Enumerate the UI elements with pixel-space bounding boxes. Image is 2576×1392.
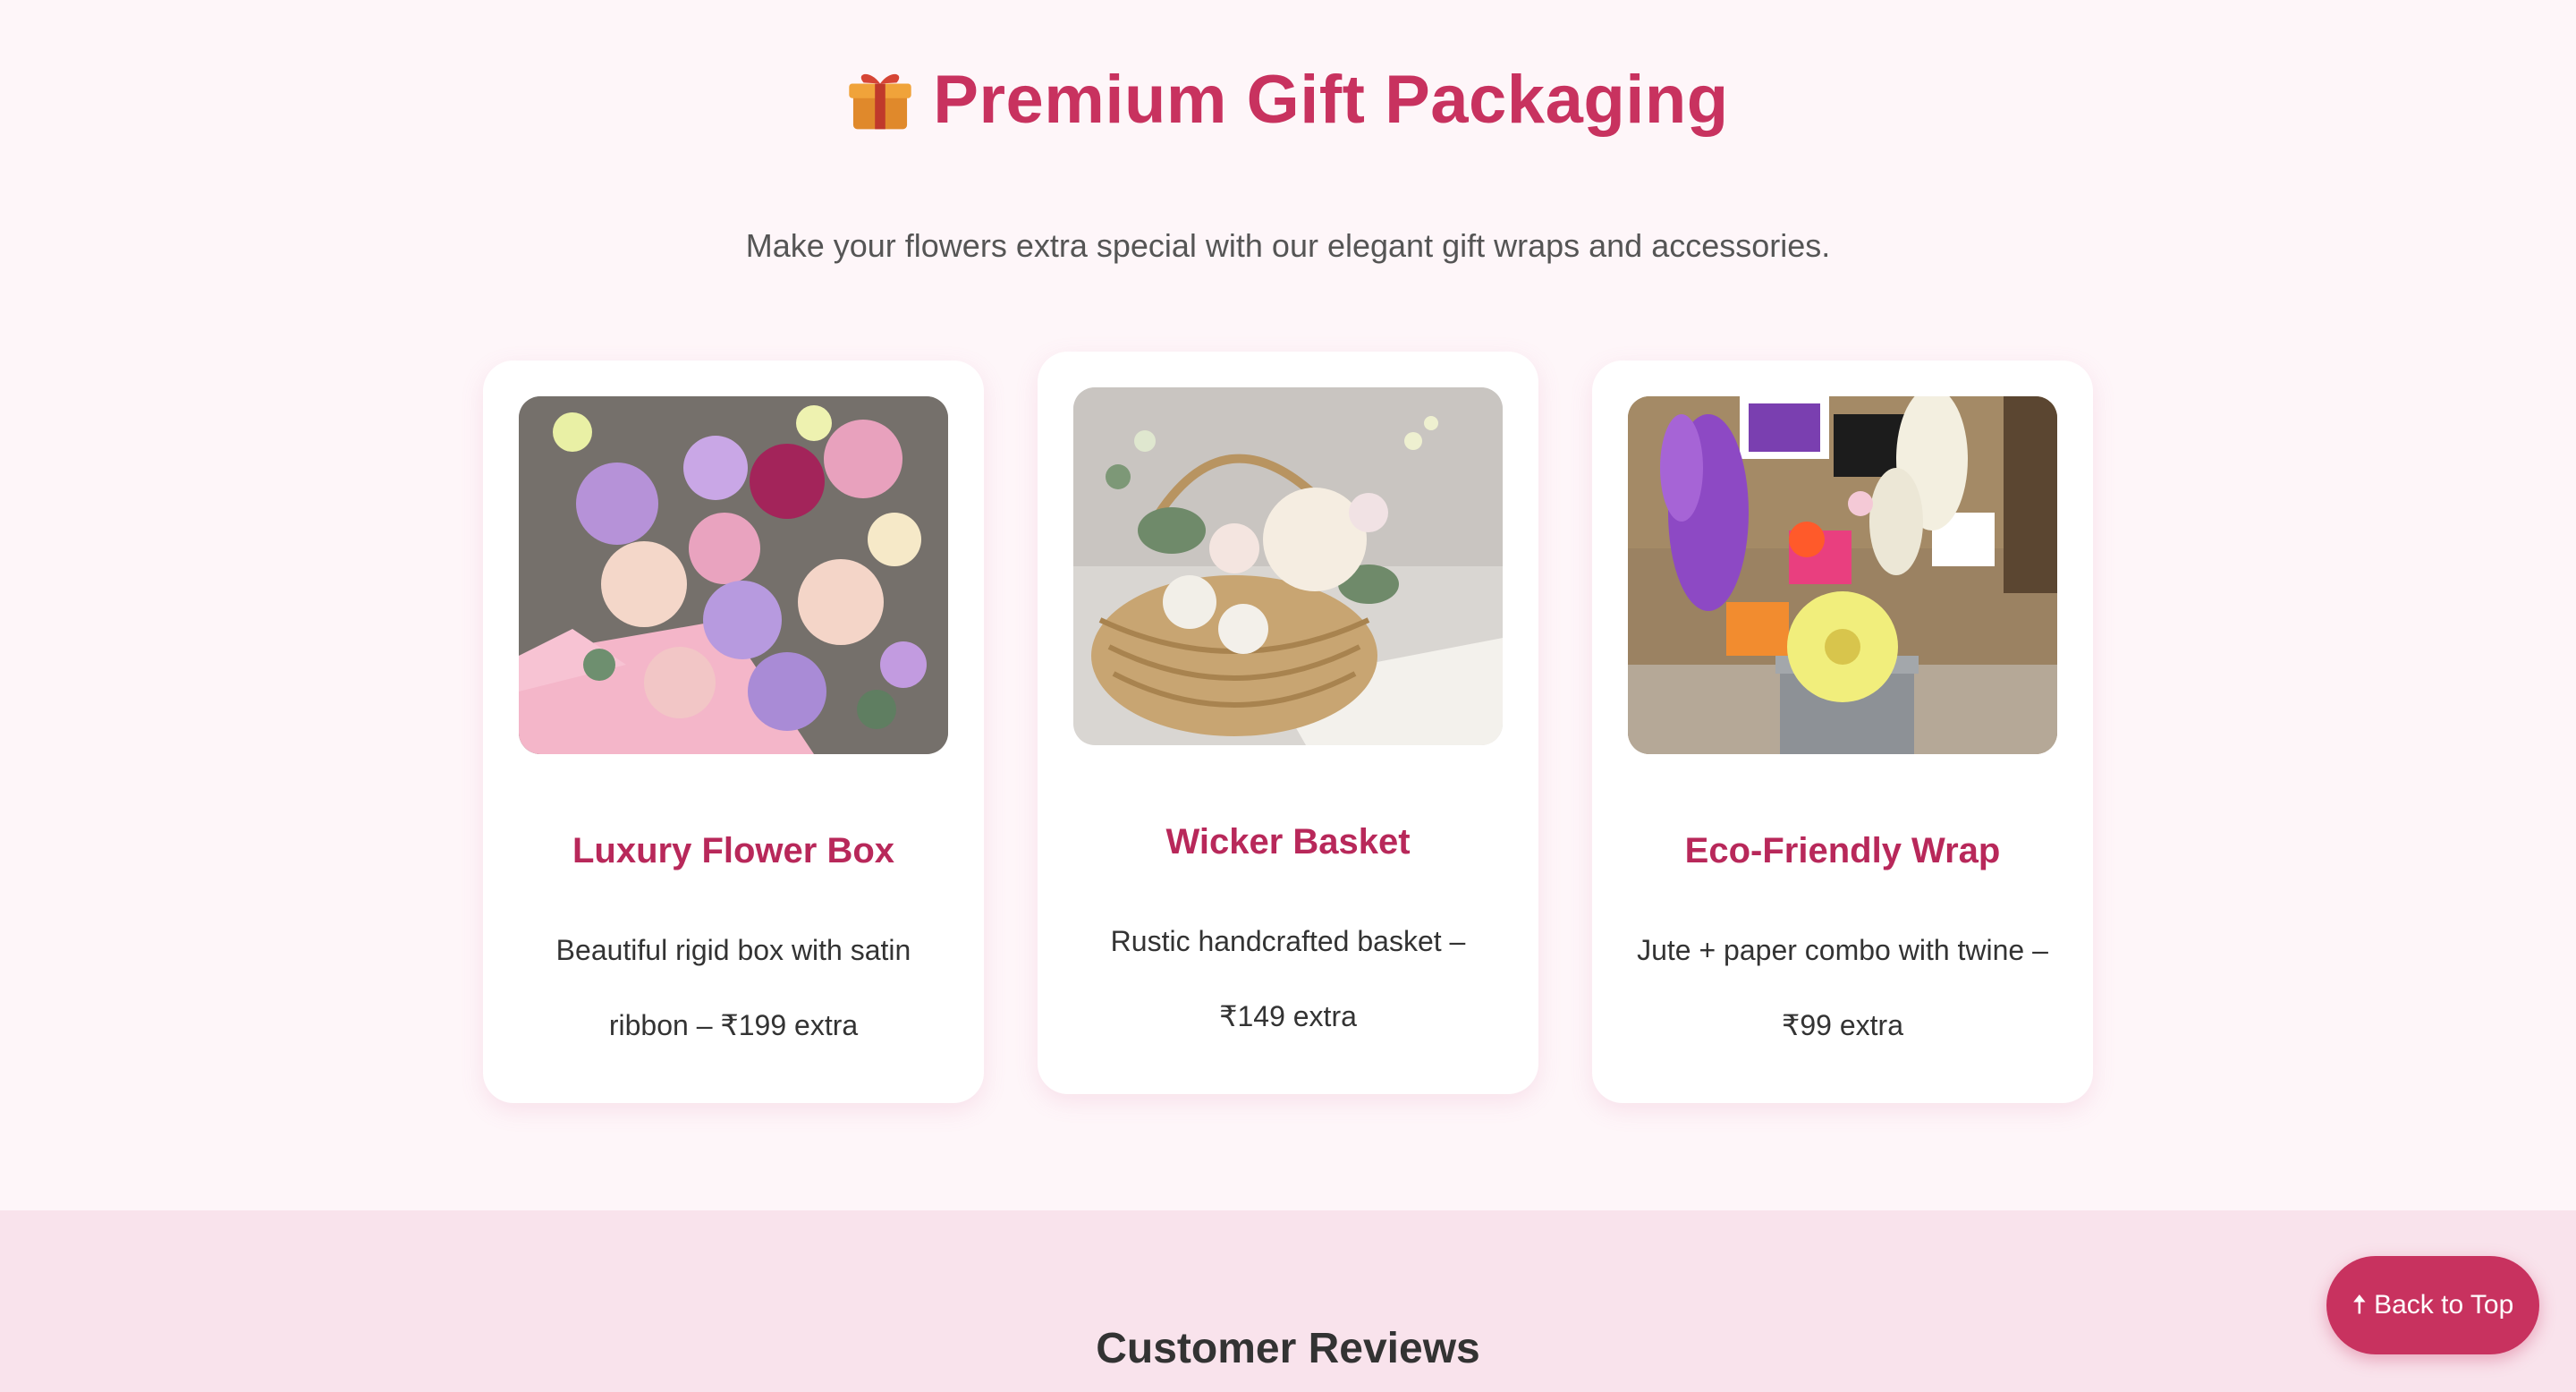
section-header: Premium Gift Packaging bbox=[0, 61, 2576, 139]
gift-packaging-section: Premium Gift Packaging Make your flowers… bbox=[0, 0, 2576, 1210]
section-subtitle: Make your flowers extra special with our… bbox=[745, 227, 1831, 264]
product-card-eco-friendly-wrap[interactable]: Eco-Friendly Wrap Jute + paper combo wit… bbox=[1592, 361, 2093, 1103]
eco-wrap-photo bbox=[1628, 396, 2057, 754]
product-description: Jute + paper combo with twine – ₹99 extr… bbox=[1637, 934, 2048, 1041]
product-name: Wicker Basket bbox=[1165, 822, 1411, 862]
customer-reviews-section: Customer Reviews bbox=[0, 1210, 2576, 1392]
back-to-top-label: Back to Top bbox=[2374, 1290, 2514, 1320]
reviews-heading: Customer Reviews bbox=[1096, 1325, 1480, 1372]
product-description: Rustic handcrafted basket – ₹149 extra bbox=[1110, 925, 1466, 1032]
back-to-top-button[interactable]: 🠅 Back to Top bbox=[2326, 1256, 2539, 1354]
arrow-up-icon: 🠅 bbox=[2351, 1290, 2368, 1320]
product-card-wicker-basket[interactable]: Wicker Basket Rustic handcrafted basket … bbox=[1038, 352, 1538, 1094]
product-card-luxury-flower-box[interactable]: Luxury Flower Box Beautiful rigid box wi… bbox=[483, 361, 984, 1103]
page-title: Premium Gift Packaging bbox=[933, 62, 1729, 138]
gift-icon bbox=[849, 73, 911, 129]
product-name: Luxury Flower Box bbox=[572, 831, 895, 870]
wicker-basket-photo bbox=[1073, 387, 1503, 745]
product-name: Eco-Friendly Wrap bbox=[1684, 831, 2001, 870]
product-description: Beautiful rigid box with satin ribbon – … bbox=[555, 934, 911, 1041]
flower-box-photo bbox=[519, 396, 948, 754]
